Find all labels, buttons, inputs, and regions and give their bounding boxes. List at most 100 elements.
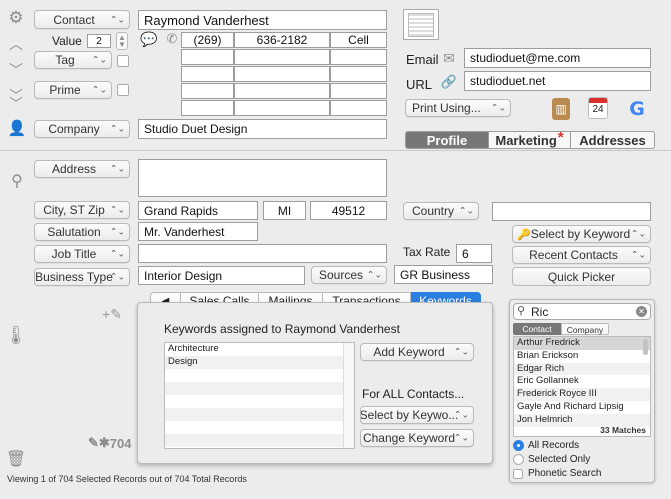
contact-popup[interactable]: Contact ⌃⌄ (34, 10, 130, 29)
add-edit-icon[interactable]: +✎ (97, 305, 127, 323)
selected-only-radio[interactable] (513, 454, 524, 465)
list-item[interactable]: Edgar Rich (514, 362, 650, 376)
keywords-scrollbar[interactable] (343, 343, 354, 448)
list-item[interactable]: Arthur Fredrick (514, 337, 650, 350)
list-item[interactable]: Frederick Royce III (514, 388, 650, 401)
url-field[interactable]: studioduet.net (464, 71, 651, 91)
city-st-zip-popup[interactable]: City, ST Zip ⌃⌄ (34, 201, 130, 219)
link-icon[interactable]: 🔗 (441, 74, 457, 90)
contact-name-field[interactable]: Raymond Vanderhest (138, 10, 387, 30)
country-field[interactable] (492, 202, 651, 221)
phonetic-search-checkbox[interactable] (513, 469, 523, 479)
address-popup[interactable]: Address ⌃⌄ (34, 160, 130, 178)
business-type-popup[interactable]: Business Type ⌃⌄ (34, 268, 130, 286)
tax-rate-label: Tax Rate (403, 245, 451, 259)
phone-area[interactable] (181, 66, 234, 82)
phone-area[interactable] (181, 49, 234, 65)
tab-marketing[interactable]: Marketing * (489, 129, 571, 149)
phone-number[interactable] (234, 66, 330, 82)
phone-type[interactable] (330, 83, 387, 99)
phone-type[interactable] (330, 66, 387, 82)
job-title-label: Job Title (51, 247, 97, 261)
company-popup[interactable]: Company ⌃⌄ (34, 120, 130, 138)
tab-profile[interactable]: Profile (405, 131, 489, 149)
sources-popup[interactable]: Sources ⌃⌄ (311, 266, 387, 284)
tag-popup[interactable]: Tag ⌃⌄ (34, 51, 112, 69)
recent-contacts-popup[interactable]: Recent Contacts ⌃⌄ (512, 246, 651, 264)
tab-addresses[interactable]: Addresses (571, 131, 655, 149)
zip-field[interactable]: 49512 (310, 201, 387, 220)
tax-rate-field[interactable]: 6 (456, 244, 492, 263)
job-title-popup[interactable]: Job Title ⌃⌄ (34, 245, 130, 263)
tab-contact[interactable]: Contact (513, 323, 561, 335)
email-field[interactable]: studioduet@me.com (464, 48, 651, 68)
phone-type[interactable]: Cell (330, 32, 387, 48)
sources-field[interactable]: GR Business (394, 265, 493, 284)
envelope-icon[interactable]: ✉ (440, 50, 458, 66)
list-item[interactable] (165, 369, 354, 382)
quick-picker-button[interactable]: Quick Picker (512, 267, 651, 286)
phone-area[interactable] (181, 100, 234, 116)
print-using-popup[interactable]: Print Using... ⌃⌄ (405, 99, 511, 117)
business-type-field[interactable]: Interior Design (138, 266, 305, 285)
company-name-field[interactable]: Studio Duet Design (138, 119, 387, 139)
contact-photo[interactable] (403, 9, 439, 40)
state-field[interactable]: MI (263, 201, 306, 220)
phone-type[interactable] (330, 100, 387, 116)
phone-type[interactable] (330, 49, 387, 65)
search-icon[interactable]: ⚲ (7, 171, 27, 191)
phone-number[interactable] (234, 100, 330, 116)
phone-number[interactable] (234, 49, 330, 65)
phone-number[interactable]: 636-2182 (234, 32, 330, 48)
list-item[interactable] (165, 434, 354, 447)
select-by-keyword-all-popup[interactable]: Select by Keywo... ⌃⌄ (360, 406, 474, 424)
calendar-icon[interactable]: 24 (588, 97, 608, 119)
prime-checkbox[interactable] (117, 84, 129, 96)
prime-popup[interactable]: Prime ⌃⌄ (34, 81, 112, 99)
results-scrollbar-thumb[interactable] (643, 339, 648, 355)
select-by-keyword-popup[interactable]: 🔑 Select by Keyword ⌃⌄ (512, 225, 651, 243)
chevron-down-icon[interactable]: ﹀ (7, 62, 25, 78)
phone-number[interactable] (234, 83, 330, 99)
search-box[interactable]: ⚲ Ric ✕ (513, 303, 651, 320)
google-icon[interactable]: G (626, 98, 648, 120)
value-input[interactable]: 2 (87, 34, 111, 48)
sources-popup-label: Sources (318, 268, 364, 282)
add-keyword-popup[interactable]: Add Keyword ⌃⌄ (360, 343, 474, 361)
change-keyword-popup[interactable]: Change Keyword ⌃⌄ (360, 429, 474, 447)
chevron-updown-icon: ⌃⌄ (453, 409, 469, 420)
address-field[interactable] (138, 159, 387, 197)
phone-area[interactable] (181, 83, 234, 99)
list-item[interactable] (165, 408, 354, 421)
list-item[interactable] (165, 382, 354, 395)
list-item[interactable] (165, 395, 354, 408)
salutation-popup[interactable]: Salutation ⌃⌄ (34, 223, 130, 241)
list-item[interactable]: Eric Gollannek (514, 375, 650, 388)
list-item[interactable]: Design (165, 356, 354, 369)
country-popup[interactable]: Country ⌃⌄ (403, 202, 479, 220)
phone-icon[interactable]: ✆ (164, 31, 180, 47)
city-field[interactable]: Grand Rapids (138, 201, 258, 220)
phone-area[interactable]: (269) (181, 32, 234, 48)
address-book-icon[interactable]: ▥ (552, 98, 570, 120)
value-stepper[interactable]: ▲ ▼ (116, 32, 128, 50)
list-item[interactable]: Architecture (165, 343, 354, 356)
tab-company[interactable]: Company (561, 323, 609, 335)
add-person-icon[interactable]: 👤 (6, 119, 28, 137)
tag-checkbox[interactable] (117, 55, 129, 67)
keywords-list[interactable]: Architecture Design (164, 342, 355, 449)
double-chevron-down-icon[interactable]: ﹀ ﹀ (7, 89, 25, 110)
list-item[interactable]: Brian Erickson (514, 350, 650, 363)
list-item[interactable] (165, 421, 354, 434)
chevron-up-icon[interactable]: ︿ (7, 36, 25, 52)
search-results[interactable]: Arthur Fredrick Brian Erickson Edgar Ric… (513, 336, 651, 437)
list-item[interactable]: Gayle And Richard Lipsig (514, 401, 650, 414)
trash-icon[interactable]: 🗑 (6, 448, 26, 470)
search-input[interactable]: Ric (531, 305, 548, 319)
all-records-radio[interactable] (513, 440, 524, 451)
chat-icon[interactable]: 💬 (140, 31, 158, 47)
clear-search-icon[interactable]: ✕ (636, 306, 647, 317)
gear-icon[interactable]: ⚙ (6, 8, 26, 28)
job-title-field[interactable] (138, 244, 387, 263)
salutation-field[interactable]: Mr. Vanderhest (138, 222, 258, 241)
